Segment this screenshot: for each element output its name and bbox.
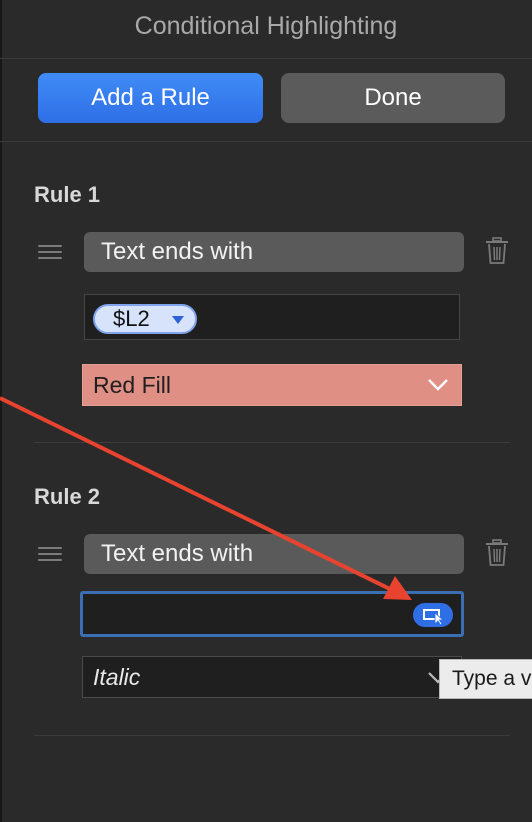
rule-2-condition-select[interactable]: Text ends with xyxy=(84,534,464,574)
chevron-down-icon xyxy=(428,379,448,391)
rule-2-drag-handle-icon[interactable] xyxy=(38,547,62,561)
rule-2-style-select[interactable]: Italic xyxy=(82,656,462,698)
rule-2-trash-icon[interactable] xyxy=(485,539,509,567)
rule-1-style-label: Red Fill xyxy=(93,371,171,398)
done-button[interactable]: Done xyxy=(281,73,505,123)
rule-2-style-label: Italic xyxy=(93,663,141,690)
rule-2-condition-label: Text ends with xyxy=(101,540,254,567)
cell-reference-icon xyxy=(423,609,445,626)
rule-1-style-select[interactable]: Red Fill xyxy=(82,364,462,406)
panel-title: Conditional Highlighting xyxy=(134,12,398,40)
rule-1-condition-select[interactable]: Text ends with xyxy=(84,232,464,272)
token-dropdown-icon[interactable] xyxy=(172,316,184,324)
insert-reference-button[interactable] xyxy=(413,603,453,627)
rule-1-title: Rule 1 xyxy=(34,182,101,207)
rule-1-drag-handle-icon[interactable] xyxy=(38,245,62,259)
bottom-divider xyxy=(34,735,510,736)
rule-2-title: Rule 2 xyxy=(34,484,101,509)
rule-divider xyxy=(34,442,510,443)
toolbar-divider xyxy=(0,141,532,142)
rule-1-value-token[interactable]: $L2 xyxy=(93,304,197,334)
tooltip: Type a v xyxy=(439,659,532,699)
panel-left-edge xyxy=(0,0,2,822)
rule-2-value-input[interactable] xyxy=(80,591,464,637)
rule-1-trash-icon[interactable] xyxy=(485,237,509,265)
add-rule-button[interactable]: Add a Rule xyxy=(38,73,263,123)
header-divider xyxy=(0,58,532,59)
rule-1-value-field[interactable]: $L2 xyxy=(84,294,460,340)
conditional-highlighting-panel: Conditional Highlighting Add a Rule Done… xyxy=(0,0,532,822)
rule-1-token-label: $L2 xyxy=(113,306,150,331)
rule-1-condition-label: Text ends with xyxy=(101,238,254,265)
